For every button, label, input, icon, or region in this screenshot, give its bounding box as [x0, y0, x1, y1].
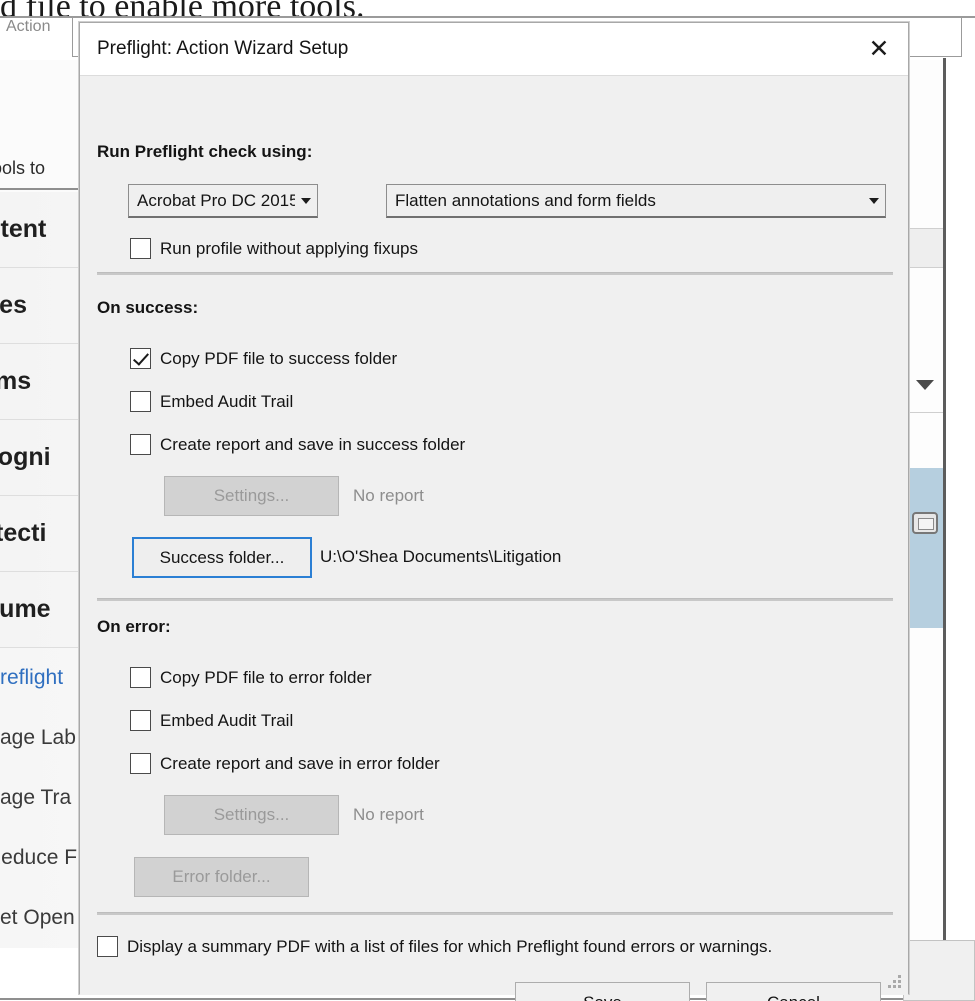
- cancel-button[interactable]: Cancel: [706, 982, 881, 1001]
- tools-hint-text: e tools to: [0, 158, 46, 178]
- error-embed-audit-trail-checkbox[interactable]: Embed Audit Trail: [130, 710, 293, 731]
- checkbox-box: [97, 936, 118, 957]
- tool-group-label: orms: [0, 367, 32, 395]
- divider-after-error: [97, 912, 893, 915]
- on-success-heading: On success:: [97, 298, 199, 317]
- profile-dropdown-value: Acrobat Pro DC 2015 Pro: [137, 190, 295, 210]
- dialog-body: Run Preflight check using: Acrobat Pro D…: [80, 76, 908, 1001]
- error-create-report-label: Create report and save in error folder: [160, 753, 440, 773]
- save-button[interactable]: Save: [515, 982, 690, 1001]
- tool-group-label: rotecti: [0, 519, 47, 547]
- checkbox-box: [130, 238, 151, 259]
- success-folder-button[interactable]: Success folder...: [132, 537, 312, 578]
- run-check-label: Run Preflight check using:: [97, 142, 313, 161]
- run-without-fixups-label: Run profile without applying fixups: [160, 238, 418, 258]
- divider-after-profile: [97, 272, 893, 275]
- right-panel-thumbnail[interactable]: [907, 228, 945, 268]
- tool-item-label: Reduce F: [0, 846, 78, 869]
- right-panel-divider: [905, 412, 945, 413]
- divider-after-success: [97, 598, 893, 601]
- success-create-report-checkbox[interactable]: Create report and save in success folder: [130, 434, 465, 455]
- success-embed-audit-trail-checkbox[interactable]: Embed Audit Trail: [130, 391, 293, 412]
- checkbox-box: [130, 391, 151, 412]
- right-panel-selected-row[interactable]: [906, 468, 945, 628]
- success-report-status: No report: [353, 486, 424, 505]
- on-error-heading: On error:: [97, 617, 171, 636]
- tool-item-label: Page Tra: [0, 786, 72, 809]
- profile-dropdown[interactable]: Acrobat Pro DC 2015 Pro: [128, 184, 318, 218]
- checkbox-box: [130, 710, 151, 731]
- dialog-titlebar: Preflight: Action Wizard Setup ✕: [80, 23, 908, 76]
- tool-item-label: Preflight: [0, 666, 64, 689]
- checkbox-box: [130, 753, 151, 774]
- fixup-dropdown[interactable]: Flatten annotations and form fields: [386, 184, 886, 218]
- bottom-right-panel: [903, 940, 975, 1001]
- error-copy-pdf-label: Copy PDF file to error folder: [160, 667, 372, 687]
- close-icon[interactable]: ✕: [850, 23, 908, 74]
- window-inner-border: [943, 58, 946, 942]
- error-embed-audit-trail-label: Embed Audit Trail: [160, 710, 294, 730]
- preflight-action-wizard-dialog: Preflight: Action Wizard Setup ✕ Run Pre…: [79, 22, 909, 1001]
- caret-down-icon: [295, 197, 317, 204]
- screen: d file to enable more tools. Action e to…: [0, 0, 975, 1001]
- tool-group-label: ocume: [0, 595, 51, 623]
- tool-item-label: Set Open: [0, 906, 75, 929]
- tool-group-label: ages: [0, 291, 27, 319]
- error-create-report-checkbox[interactable]: Create report and save in error folder: [130, 753, 440, 774]
- checkbox-box: [130, 348, 151, 369]
- tool-group-label: ontent: [0, 215, 47, 243]
- error-copy-pdf-checkbox[interactable]: Copy PDF file to error folder: [130, 667, 372, 688]
- success-copy-pdf-label: Copy PDF file to success folder: [160, 348, 398, 368]
- resize-grip[interactable]: [887, 975, 903, 991]
- display-summary-pdf-checkbox[interactable]: Display a summary PDF with a list of fil…: [97, 936, 772, 957]
- error-folder-button: Error folder...: [134, 857, 309, 897]
- display-summary-pdf-label: Display a summary PDF with a list of fil…: [127, 936, 773, 956]
- success-settings-button: Settings...: [164, 476, 339, 516]
- chevron-down-icon[interactable]: [916, 380, 934, 390]
- dialog-title: Preflight: Action Wizard Setup: [97, 38, 349, 59]
- success-embed-audit-trail-label: Embed Audit Trail: [160, 391, 294, 411]
- action-label: Action: [6, 18, 51, 35]
- caret-down-icon: [863, 197, 885, 204]
- success-create-report-label: Create report and save in success folder: [160, 434, 466, 454]
- tool-item-label: Page Lab: [0, 726, 76, 749]
- success-copy-pdf-checkbox[interactable]: Copy PDF file to success folder: [130, 348, 397, 369]
- run-without-fixups-checkbox[interactable]: Run profile without applying fixups: [130, 238, 418, 259]
- tool-group-label: ecogni: [0, 443, 51, 471]
- checkbox-box: [130, 434, 151, 455]
- checkbox-box: [130, 667, 151, 688]
- fixup-dropdown-value: Flatten annotations and form fields: [395, 190, 656, 210]
- card-icon: [912, 512, 938, 534]
- success-folder-path: U:\O'Shea Documents\Litigation: [320, 547, 562, 566]
- error-settings-button: Settings...: [164, 795, 339, 835]
- error-report-status: No report: [353, 805, 424, 824]
